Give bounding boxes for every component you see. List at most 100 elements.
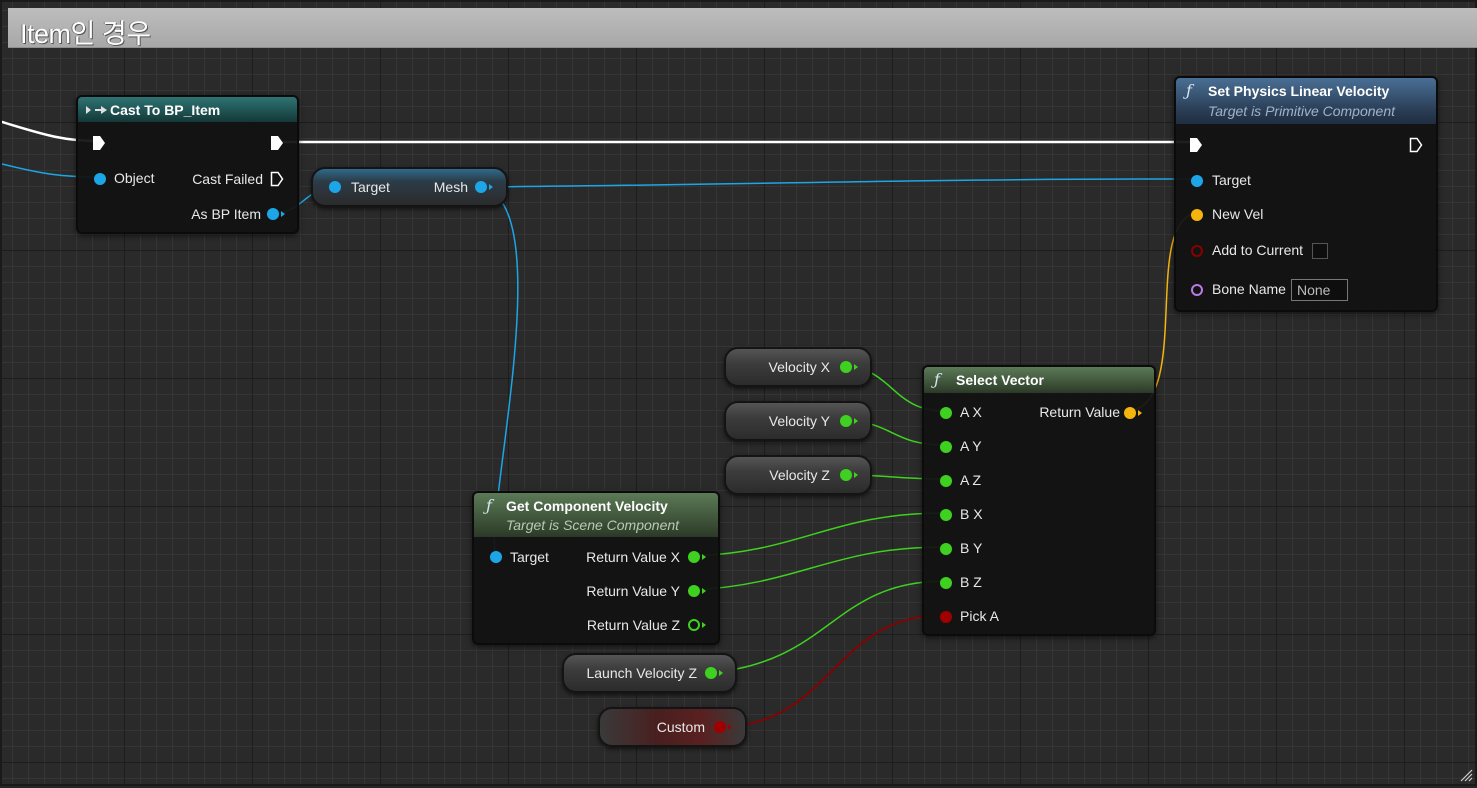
return-value-z-pin-arrow	[702, 622, 706, 628]
cast-to-bp-item-node[interactable]: Cast To BP_Item Object Cast Failed As BP…	[76, 95, 299, 234]
return-value-x-pin[interactable]	[688, 551, 700, 563]
ax-label: A X	[960, 404, 982, 420]
return-value-x-label: Return Value X	[586, 549, 680, 565]
az-label: A Z	[960, 472, 982, 488]
ay-label: A Y	[960, 438, 982, 454]
add-to-current-pin[interactable]	[1191, 245, 1203, 257]
ay-pin[interactable]	[940, 441, 952, 453]
get-velocity-subtitle: Target is Scene Component	[506, 517, 680, 533]
return-value-y-pin-arrow	[702, 588, 706, 594]
custom-wire	[717, 614, 945, 728]
blueprint-graph-canvas[interactable]: Item인 경우 Cast To BP_Item Object Cast Fai…	[0, 0, 1477, 786]
return-value-z-label: Return Value Z	[586, 617, 680, 633]
velocity-y-pin-arrow	[854, 418, 858, 424]
mesh-getter-node[interactable]: Target Mesh	[311, 167, 508, 207]
mesh-target-label: Target	[351, 179, 390, 195]
velocity-z-label: Velocity Z	[769, 467, 830, 483]
velocity-y-label: Velocity Y	[768, 413, 830, 429]
set-velocity-exec-out-pin[interactable]	[1409, 137, 1423, 153]
velocity-x-label: Velocity X	[768, 359, 830, 375]
return-value-y-label: Return Value Y	[586, 583, 680, 599]
get-component-velocity-node[interactable]: ƒ Get Component Velocity Target is Scene…	[472, 491, 720, 645]
cast-failed-label: Cast Failed	[192, 171, 263, 187]
select-vector-title: Select Vector	[956, 372, 1044, 388]
resize-grip-icon[interactable]	[1459, 768, 1473, 782]
function-icon: ƒ	[934, 370, 940, 389]
function-icon: ƒ	[1186, 81, 1192, 100]
get-velocity-title: Get Component Velocity	[506, 498, 668, 514]
launch-z-wire	[708, 580, 945, 674]
set-velocity-subtitle: Target is Primitive Component	[1208, 103, 1396, 119]
return-value-label: Return Value	[1039, 404, 1120, 420]
comment-box-header[interactable]: Item인 경우	[8, 8, 1477, 49]
function-icon: ƒ	[486, 496, 492, 515]
as-bp-item-pin-arrow	[281, 211, 285, 217]
bone-name-input[interactable]: None	[1291, 279, 1348, 301]
set-velocity-exec-in-pin[interactable]	[1189, 137, 1203, 153]
cast-node-header[interactable]: Cast To BP_Item	[78, 97, 297, 122]
return-value-pin-arrow	[1138, 410, 1142, 416]
get-velocity-target-label: Target	[510, 549, 549, 565]
by-label: B Y	[960, 540, 983, 556]
pick-a-label: Pick A	[960, 608, 999, 624]
cast-exec-out-pin[interactable]	[270, 135, 284, 151]
as-bp-item-label: As BP Item	[191, 206, 261, 222]
mesh-output-label: Mesh	[433, 179, 468, 195]
launch-velocity-z-pin-arrow	[719, 670, 723, 676]
velocity-y-variable[interactable]: Velocity Y	[724, 401, 872, 441]
ry-wire	[693, 546, 945, 591]
get-velocity-header[interactable]: ƒ Get Component Velocity Target is Scene…	[474, 493, 718, 537]
cast-exec-in-pin[interactable]	[92, 135, 106, 151]
velocity-z-pin-arrow	[854, 472, 858, 478]
as-bp-item-pin[interactable]	[267, 208, 279, 220]
set-velocity-target-pin[interactable]	[1191, 175, 1203, 187]
launch-velocity-z-variable[interactable]: Launch Velocity Z	[562, 653, 737, 693]
bx-label: B X	[960, 506, 983, 522]
bone-name-pin[interactable]	[1191, 284, 1203, 296]
select-vector-node[interactable]: ƒ Select Vector A X A Y A Z B X B Y B Z …	[922, 365, 1156, 636]
by-pin[interactable]	[940, 543, 952, 555]
set-velocity-header[interactable]: ƒ Set Physics Linear Velocity Target is …	[1176, 78, 1436, 124]
mesh-target-pin[interactable]	[329, 181, 341, 193]
bone-name-label: Bone Name	[1212, 281, 1286, 297]
set-velocity-target-label: Target	[1212, 172, 1251, 188]
new-vel-pin[interactable]	[1191, 209, 1203, 221]
custom-label: Custom	[656, 719, 705, 735]
launch-velocity-z-label: Launch Velocity Z	[586, 665, 697, 681]
comment-title: Item인 경우	[20, 19, 151, 49]
set-velocity-title: Set Physics Linear Velocity	[1208, 83, 1390, 99]
mesh-output-pin-arrow	[489, 184, 493, 190]
cast-failed-exec-pin[interactable]	[270, 171, 284, 187]
bx-pin[interactable]	[940, 509, 952, 521]
bz-label: B Z	[960, 574, 982, 590]
return-value-z-pin[interactable]	[688, 619, 700, 631]
pick-a-pin[interactable]	[940, 611, 952, 623]
add-to-current-checkbox[interactable]	[1312, 243, 1328, 259]
return-value-x-pin-arrow	[702, 554, 706, 560]
mesh-to-set-target-wire	[480, 178, 1196, 188]
return-value-pin[interactable]	[1124, 407, 1136, 419]
ax-pin[interactable]	[940, 407, 952, 419]
velocity-z-pin[interactable]	[840, 469, 852, 481]
select-vector-header[interactable]: ƒ Select Vector	[924, 367, 1154, 393]
cast-icon	[86, 106, 107, 114]
velocity-z-variable[interactable]: Velocity Z	[724, 455, 872, 495]
custom-variable[interactable]: Custom	[598, 707, 747, 747]
set-physics-linear-velocity-node[interactable]: ƒ Set Physics Linear Velocity Target is …	[1174, 76, 1438, 312]
velocity-x-pin-arrow	[854, 364, 858, 370]
velocity-x-pin[interactable]	[840, 361, 852, 373]
az-pin[interactable]	[940, 475, 952, 487]
cast-node-title: Cast To BP_Item	[110, 102, 221, 118]
cast-object-pin[interactable]	[94, 173, 106, 185]
launch-velocity-z-pin[interactable]	[705, 667, 717, 679]
get-velocity-target-pin[interactable]	[490, 551, 502, 563]
mesh-output-pin[interactable]	[475, 181, 487, 193]
velocity-y-pin[interactable]	[840, 415, 852, 427]
cast-object-label: Object	[114, 170, 155, 186]
return-value-y-pin[interactable]	[688, 585, 700, 597]
velocity-x-variable[interactable]: Velocity X	[724, 347, 872, 387]
custom-pin[interactable]	[714, 721, 726, 733]
add-to-current-label: Add to Current	[1212, 242, 1304, 258]
new-vel-label: New Vel	[1212, 206, 1264, 222]
bz-pin[interactable]	[940, 577, 952, 589]
